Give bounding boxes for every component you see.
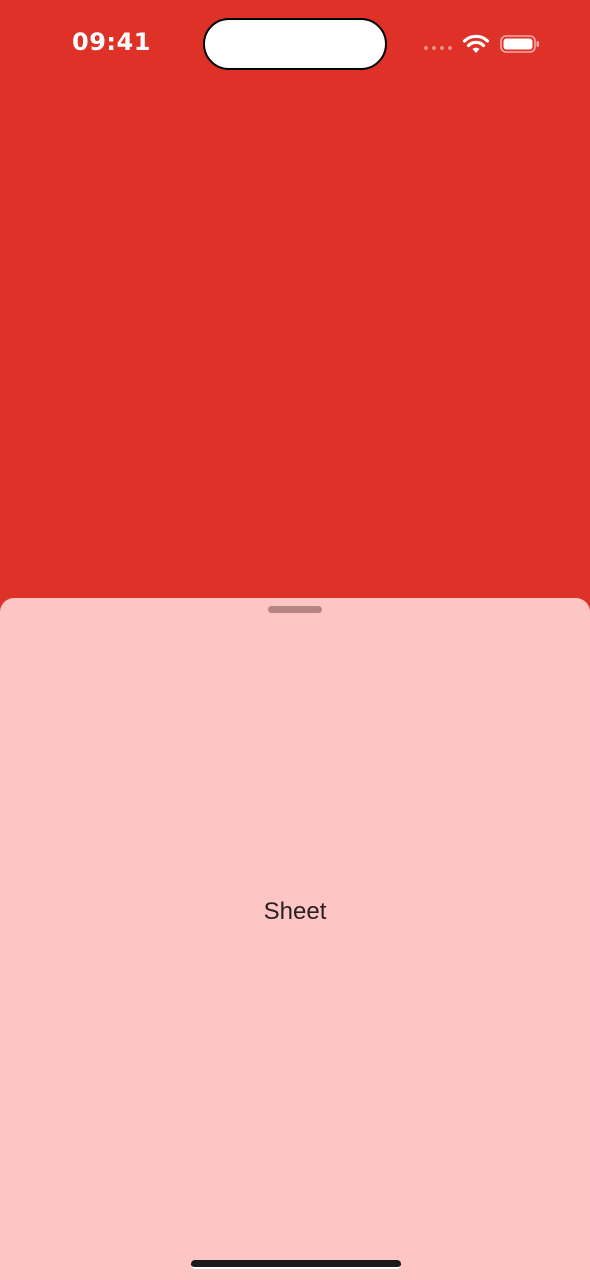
wifi-icon: [462, 34, 490, 53]
status-bar: 09:41: [0, 0, 590, 90]
app-screen: 09:41 Sheet: [0, 0, 590, 1280]
dynamic-island: [203, 18, 387, 70]
bottom-sheet[interactable]: Sheet: [0, 598, 590, 1280]
battery-icon: [500, 35, 539, 53]
home-indicator[interactable]: [191, 1260, 401, 1269]
sheet-title: Sheet: [263, 898, 327, 925]
cellular-signal-icon: [424, 46, 454, 52]
sheet-grabber[interactable]: [268, 606, 322, 613]
status-time: 09:41: [72, 28, 151, 56]
